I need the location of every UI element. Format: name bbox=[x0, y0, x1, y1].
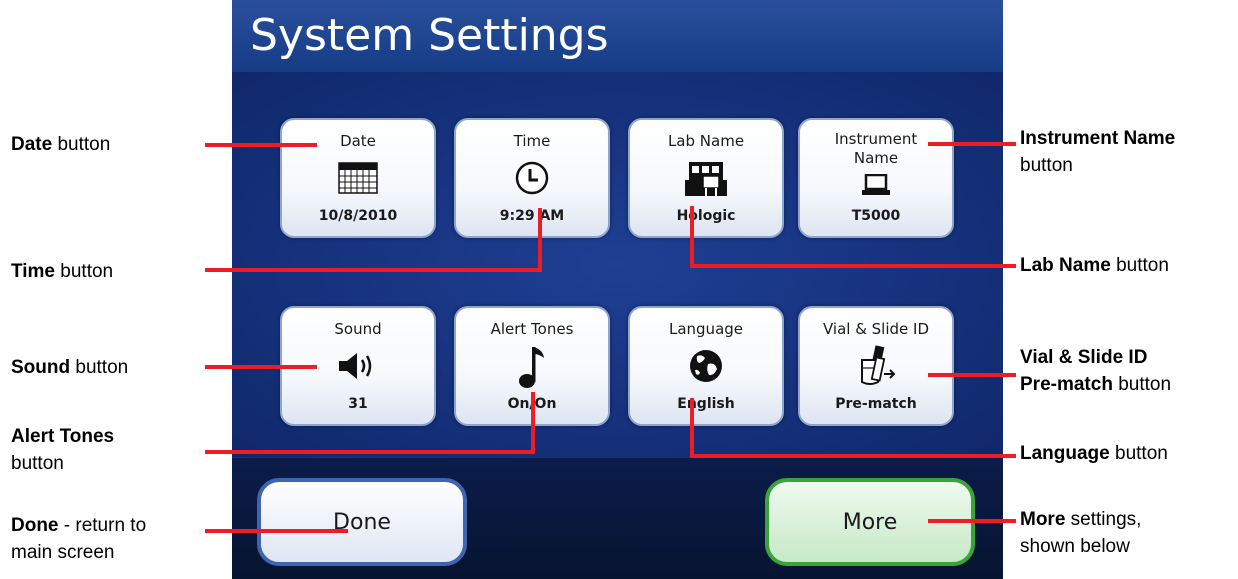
done-button[interactable]: Done bbox=[257, 478, 467, 566]
callout-line-more bbox=[928, 519, 1016, 523]
callout-line-vial-slide-id bbox=[928, 373, 1016, 377]
lab-name-value: Hologic bbox=[676, 208, 736, 224]
date-label: Date bbox=[340, 132, 376, 150]
calendar-icon bbox=[338, 162, 378, 194]
callout-date: Date button bbox=[11, 134, 111, 155]
instrument-name-label: Instrument Name bbox=[834, 130, 918, 167]
alert-tones-label: Alert Tones bbox=[490, 320, 574, 338]
language-button[interactable]: Language English bbox=[628, 306, 784, 426]
page-title: System Settings bbox=[250, 10, 609, 61]
language-value: English bbox=[677, 396, 735, 412]
callout-line-language-vertical bbox=[690, 398, 694, 458]
callout-line-done bbox=[205, 529, 348, 533]
time-button[interactable]: Time 9:29 AM bbox=[454, 118, 610, 238]
speaker-icon bbox=[339, 353, 372, 379]
callout-line-lab-name bbox=[690, 264, 1016, 268]
callout-line-date bbox=[205, 143, 317, 147]
laptop-icon bbox=[862, 174, 890, 195]
callout-lab-name: Lab Name button bbox=[1020, 255, 1169, 276]
callout-line-lab-name-vertical bbox=[690, 206, 694, 268]
lab-name-button[interactable]: Lab Name Hologic bbox=[628, 118, 784, 238]
callout-line-sound bbox=[205, 365, 317, 369]
lab-building-icon bbox=[685, 162, 727, 196]
time-label: Time bbox=[513, 132, 551, 150]
callout-done: Done - return to main screen bbox=[11, 515, 147, 563]
settings-screen: System Settings Date 10/8/2010 Time 9:29… bbox=[232, 0, 1003, 579]
vial-slide-id-value: Pre-match bbox=[835, 396, 917, 412]
vial-slide-icon bbox=[861, 345, 896, 385]
callout-line-time-vertical bbox=[538, 208, 542, 272]
callout-alert-tones: Alert Tones button bbox=[11, 426, 115, 474]
callout-more: More settings, shown below bbox=[1020, 509, 1142, 557]
callout-language: Language button bbox=[1020, 443, 1168, 464]
lab-name-label: Lab Name bbox=[667, 132, 745, 150]
sound-label: Sound bbox=[334, 320, 382, 338]
time-value: 9:29 AM bbox=[499, 208, 565, 224]
callout-line-instrument-name bbox=[928, 142, 1016, 146]
callout-line-alert-tones-vertical bbox=[531, 392, 535, 454]
instrument-name-value: T5000 bbox=[851, 208, 901, 224]
date-value: 10/8/2010 bbox=[318, 208, 398, 224]
vial-slide-id-button[interactable]: Vial & Slide ID Pre-match bbox=[798, 306, 954, 426]
callout-instrument-name: Instrument Name button bbox=[1020, 128, 1176, 176]
callout-line-language bbox=[690, 454, 1016, 458]
sound-value: 31 bbox=[348, 396, 368, 412]
callout-vial-slide-id: Vial & Slide ID Pre-match button bbox=[1020, 347, 1172, 395]
callout-line-alert-tones bbox=[205, 450, 535, 454]
instrument-name-button[interactable]: Instrument Name T5000 bbox=[798, 118, 954, 238]
clock-icon bbox=[515, 161, 549, 195]
title-bar: System Settings bbox=[232, 0, 1003, 72]
music-note-icon bbox=[519, 347, 544, 388]
callout-line-time bbox=[205, 268, 542, 272]
callout-time: Time button bbox=[11, 261, 114, 282]
date-button[interactable]: Date 10/8/2010 bbox=[280, 118, 436, 238]
globe-icon bbox=[690, 350, 722, 382]
vial-slide-id-label: Vial & Slide ID bbox=[822, 320, 930, 338]
language-label: Language bbox=[668, 320, 744, 338]
callout-sound: Sound button bbox=[11, 357, 129, 378]
